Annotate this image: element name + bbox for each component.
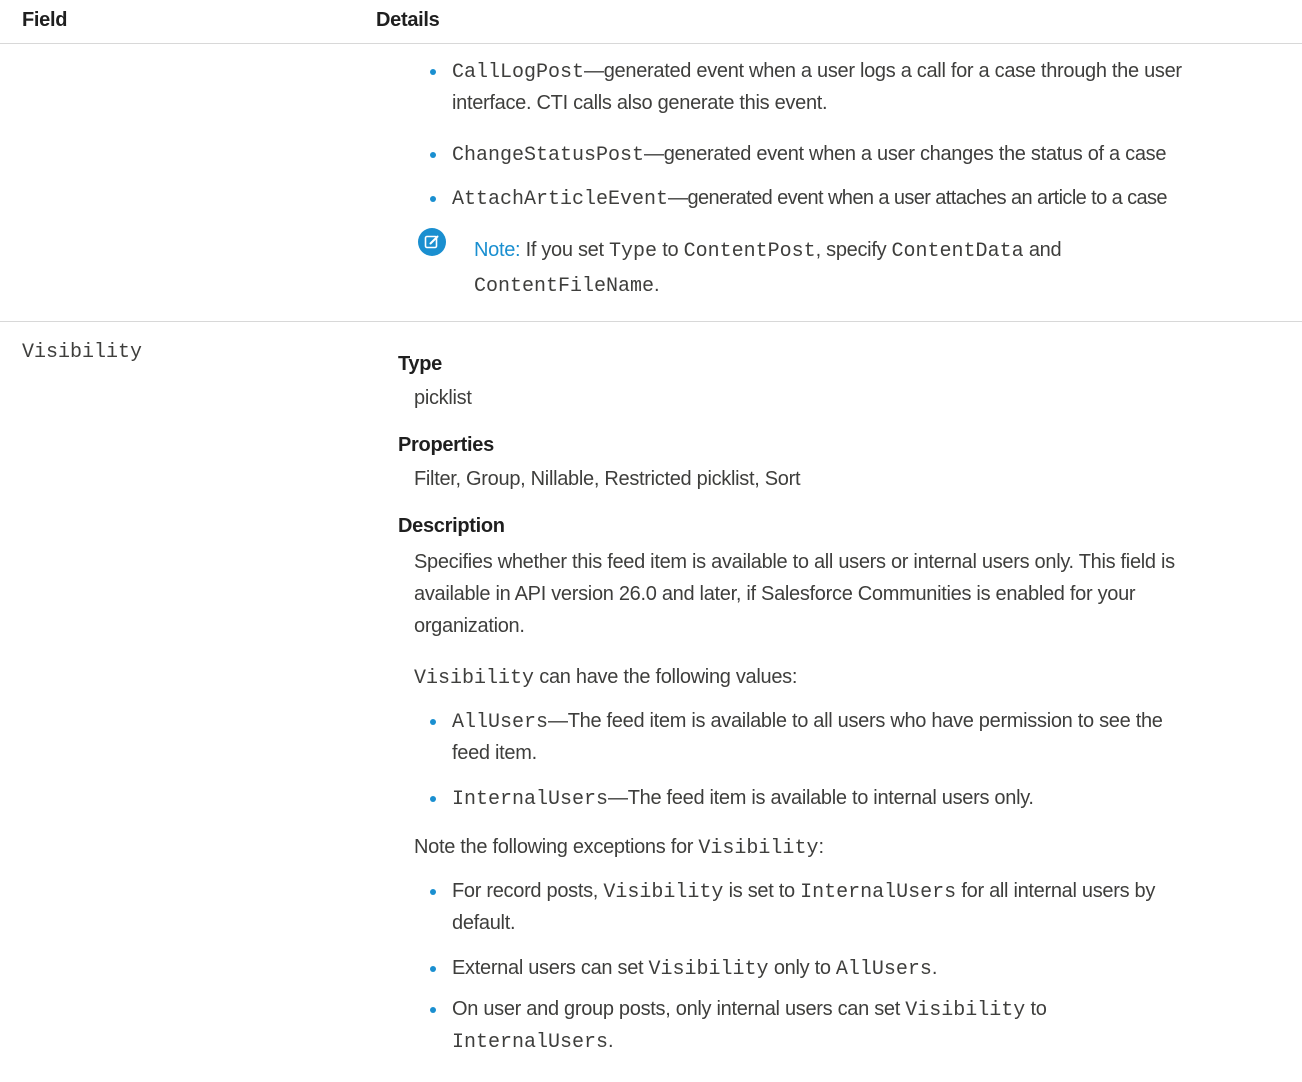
description-heading: Description xyxy=(398,515,505,537)
values-intro-code: Visibility xyxy=(414,667,535,690)
exception-text: . xyxy=(931,957,938,979)
list-item: InternalUsers—The feed item is available… xyxy=(427,783,1163,815)
type-value-code: AttachArticleEvent xyxy=(452,188,669,211)
field-name-visibility: Visibility xyxy=(22,341,143,364)
exception-text: for all internal users by xyxy=(956,880,1156,902)
type-values-list: CallLogPost—generated event when a user … xyxy=(427,56,1182,215)
value-text: —The feed item is available to internal … xyxy=(608,787,1034,809)
list-item: AttachArticleEvent—generated event when … xyxy=(427,183,1182,215)
note-text: and xyxy=(1023,239,1062,261)
exception-code: Visibility xyxy=(905,999,1026,1022)
type-value-text: —generated event when a user attaches an… xyxy=(668,187,1167,209)
exception-text: only to xyxy=(768,957,836,979)
exceptions-intro: Note the following exceptions for Visibi… xyxy=(414,832,824,864)
type-heading: Type xyxy=(398,353,442,375)
type-value-code: ChangeStatusPost xyxy=(452,144,645,167)
value-code: AllUsers xyxy=(452,711,549,734)
type-value-text-cont: interface. CTI calls also generate this … xyxy=(452,92,828,114)
list-item: For record posts, Visibility is set to I… xyxy=(427,876,1155,953)
exception-code: Visibility xyxy=(648,958,769,981)
list-item: ChangeStatusPost—generated event when a … xyxy=(427,139,1182,183)
type-value: picklist xyxy=(414,387,472,409)
value-text-cont: feed item. xyxy=(452,742,537,764)
type-value-text: —generated event when a user logs a call… xyxy=(584,60,1182,82)
exceptions-list: For record posts, Visibility is set to I… xyxy=(427,876,1155,1058)
note-code: ContentPost xyxy=(683,240,816,263)
properties-heading: Properties xyxy=(398,434,494,456)
values-intro-text: can have the following values: xyxy=(534,666,798,688)
type-value-text: —generated event when a user changes the… xyxy=(644,143,1167,165)
row-divider xyxy=(0,321,1302,322)
description-line: available in API version 26.0 and later,… xyxy=(414,583,1136,605)
exception-text: For record posts, xyxy=(452,880,604,902)
list-item: External users can set Visibility only t… xyxy=(427,953,1155,994)
value-text: —The feed item is available to all users… xyxy=(548,710,1163,732)
field-column-header: Field xyxy=(22,9,68,31)
details-column-header: Details xyxy=(376,9,440,31)
exception-text-cont: default. xyxy=(452,912,516,934)
exception-code: Visibility xyxy=(603,881,724,904)
list-item: On user and group posts, only internal u… xyxy=(427,994,1155,1058)
exception-code: InternalUsers xyxy=(452,1031,609,1054)
exception-text: is set to xyxy=(723,880,801,902)
values-intro: Visibility can have the following values… xyxy=(414,662,797,694)
exception-text: to xyxy=(1025,998,1047,1020)
field-reference-page: Field Details CallLogPost—generated even… xyxy=(0,0,1302,1082)
description-text: Specifies whether this feed item is avai… xyxy=(414,546,1284,642)
list-item: AllUsers—The feed item is available to a… xyxy=(427,706,1163,783)
list-item: CallLogPost—generated event when a user … xyxy=(427,56,1182,139)
note-callout-cont: ContentFileName. xyxy=(474,270,660,302)
note-label: Note: xyxy=(474,239,521,261)
description-line: Specifies whether this feed item is avai… xyxy=(414,551,1175,573)
note-text: to xyxy=(657,239,684,261)
exception-code: InternalUsers xyxy=(800,881,957,904)
note-code: Type xyxy=(608,240,657,263)
exceptions-intro-text: Note the following exceptions for xyxy=(414,836,699,858)
value-code: InternalUsers xyxy=(452,788,609,811)
properties-value: Filter, Group, Nillable, Restricted pick… xyxy=(414,468,801,490)
exception-text: On user and group posts, only internal u… xyxy=(452,998,906,1020)
exception-code: AllUsers xyxy=(835,958,932,981)
exception-text: . xyxy=(608,1030,614,1052)
exception-text: External users can set xyxy=(452,957,649,979)
note-edit-icon xyxy=(418,228,446,256)
visibility-values-list: AllUsers—The feed item is available to a… xyxy=(427,706,1163,815)
note-text: , specify xyxy=(815,239,892,261)
description-line: organization. xyxy=(414,615,525,637)
exceptions-intro-end: : xyxy=(818,836,824,858)
note-code: ContentData xyxy=(891,240,1024,263)
note-text: . xyxy=(654,274,660,296)
note-text: If you set xyxy=(520,239,609,261)
note-callout: Note: If you set Type to ContentPost, sp… xyxy=(474,235,1062,267)
table-header: Field Details xyxy=(0,0,1302,44)
exceptions-intro-code: Visibility xyxy=(698,837,819,860)
type-value-code: CallLogPost xyxy=(452,61,585,84)
note-code: ContentFileName xyxy=(474,275,655,298)
